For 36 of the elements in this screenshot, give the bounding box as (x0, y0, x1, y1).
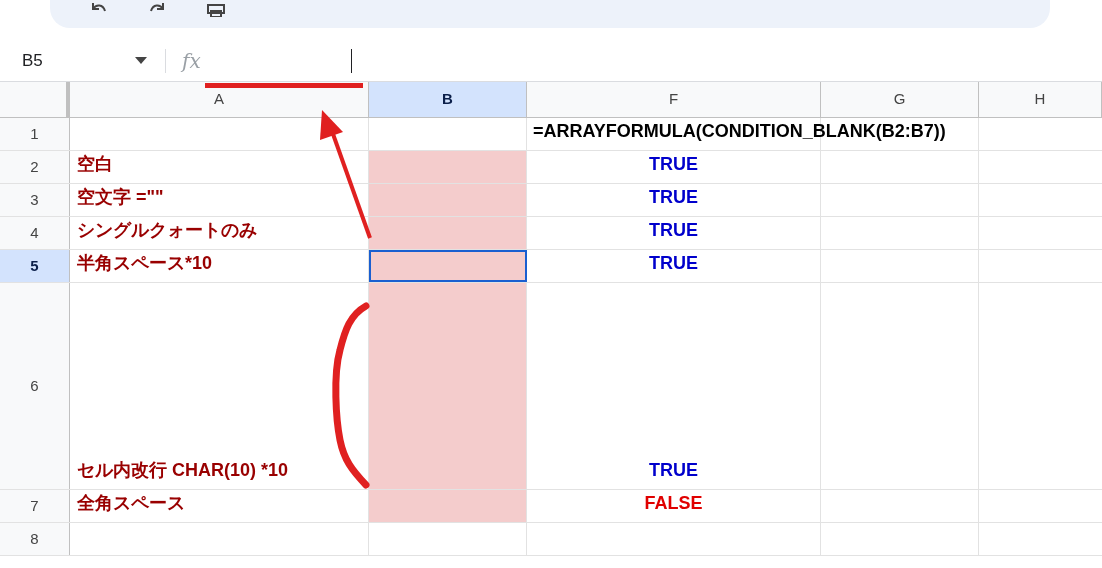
table-cell-text: TRUE (649, 459, 698, 482)
column-header[interactable]: B (369, 82, 527, 117)
row-header[interactable]: 4 (0, 217, 70, 249)
row-header[interactable]: 2 (0, 151, 70, 183)
column-header[interactable]: F (527, 82, 821, 117)
row-header[interactable]: 3 (0, 184, 70, 216)
name-box[interactable]: B5 (22, 47, 43, 74)
row-header[interactable]: 6 (0, 283, 70, 489)
row-header[interactable]: 8 (0, 523, 70, 555)
table-cell-text: シングルクォートのみ (77, 219, 257, 242)
table-cell-text: TRUE (649, 153, 698, 176)
column-header[interactable]: G (821, 82, 979, 117)
table-cell[interactable] (369, 151, 527, 183)
table-cell-text: FALSE (644, 492, 703, 515)
row-header[interactable]: 7 (0, 490, 70, 522)
row-header[interactable]: 5 (0, 250, 70, 282)
table-cell-text: 空白 (77, 153, 113, 176)
table-cell-text: 半角スペース*10 (77, 252, 213, 275)
column-header[interactable]: A (70, 82, 369, 117)
row-header[interactable]: 1 (0, 118, 70, 150)
column-header[interactable]: H (979, 82, 1102, 117)
table-cell-text: =ARRAYFORMULA(CONDITION_BLANK(B2:B7)) (533, 120, 946, 143)
table-cell-text: セル内改行 CHAR(10) *10 (77, 459, 289, 482)
table-cell[interactable] (369, 217, 527, 249)
table-cell[interactable] (369, 250, 527, 282)
table-cell[interactable] (369, 490, 527, 522)
dropdown-caret-icon[interactable] (135, 57, 147, 64)
table-cell-text: TRUE (649, 252, 698, 275)
table-cell-text: 空文字 ="" (77, 186, 164, 209)
formula-label: fx (182, 47, 201, 75)
table-cell[interactable] (369, 184, 527, 216)
table-cell[interactable] (369, 283, 527, 489)
table-cell-text: TRUE (649, 186, 698, 209)
table-cell-text: 全角スペース (77, 492, 185, 515)
table-cell-text: TRUE (649, 219, 698, 242)
print-icon[interactable] (206, 1, 226, 17)
